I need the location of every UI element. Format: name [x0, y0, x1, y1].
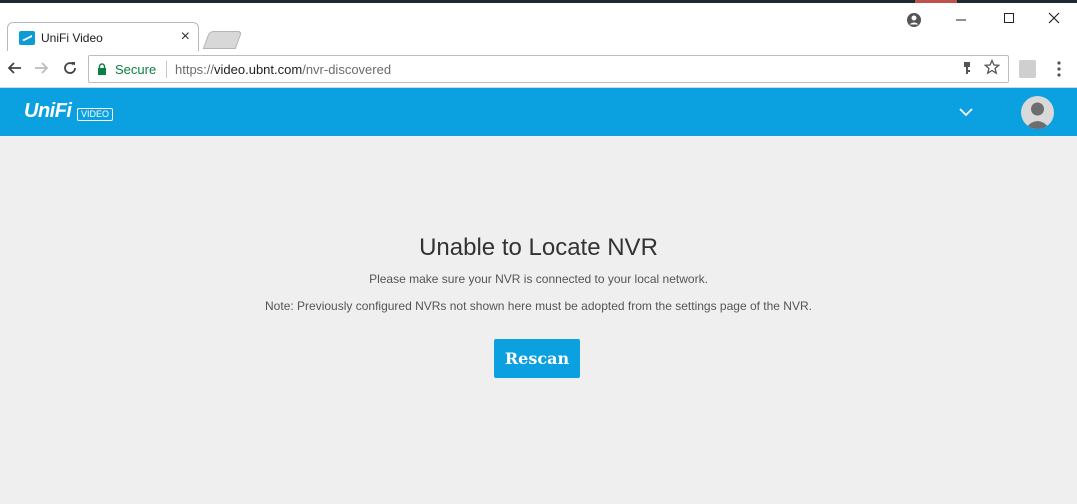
key-icon[interactable] — [962, 61, 972, 75]
reload-icon[interactable] — [62, 60, 78, 76]
star-icon[interactable] — [984, 59, 1000, 75]
browser-tab[interactable]: UniFi Video × — [7, 22, 199, 53]
account-icon[interactable] — [906, 12, 922, 28]
unifi-favicon-icon — [19, 31, 35, 45]
user-avatar-icon[interactable] — [1021, 96, 1054, 129]
main-content: Unable to Locate NVR Please make sure yo… — [0, 136, 1077, 504]
unifi-logo[interactable]: UniFi — [24, 100, 72, 123]
minimize-icon[interactable] — [955, 12, 967, 24]
url-text: https://video.ubnt.com/nvr-discovered — [175, 62, 392, 77]
tab-close-icon[interactable]: × — [181, 28, 190, 46]
address-bar[interactable]: Secure https://video.ubnt.com/nvr-discov… — [88, 55, 1009, 83]
browser-toolbar: Secure https://video.ubnt.com/nvr-discov… — [0, 51, 1077, 88]
tab-strip: UniFi Video × — [0, 3, 1077, 53]
pdf-extension-icon[interactable] — [1019, 60, 1036, 78]
tab-title: UniFi Video — [41, 31, 103, 45]
lock-icon — [98, 63, 106, 75]
kebab-menu-icon[interactable] — [1056, 60, 1062, 78]
back-arrow-icon[interactable] — [7, 60, 23, 76]
forward-arrow-icon[interactable] — [33, 60, 49, 76]
chevron-down-icon[interactable] — [958, 104, 974, 120]
page-title: Unable to Locate NVR — [419, 234, 658, 261]
rescan-button[interactable]: Rescan — [494, 339, 580, 378]
window-close-icon[interactable] — [1048, 12, 1060, 24]
app-header: UniFi VIDEO — [0, 88, 1077, 136]
new-tab-button[interactable] — [202, 31, 243, 49]
info-message: Please make sure your NVR is connected t… — [369, 272, 708, 286]
maximize-icon[interactable] — [1003, 12, 1015, 24]
security-label: Secure — [115, 62, 157, 77]
logo-badge: VIDEO — [77, 108, 114, 121]
omnibox-divider — [166, 61, 167, 78]
info-note: Note: Previously configured NVRs not sho… — [265, 299, 812, 313]
